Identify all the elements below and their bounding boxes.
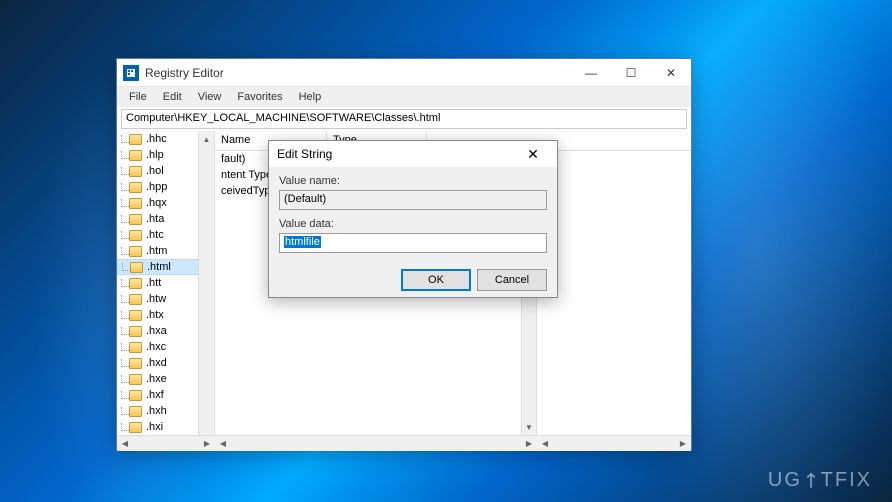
tree-item-label: .hxh [146, 405, 167, 417]
tree-item-label: .hpp [146, 181, 167, 193]
minimize-button[interactable]: — [571, 59, 611, 86]
tree-item-label: .hxa [146, 325, 167, 337]
menu-file[interactable]: File [121, 89, 155, 105]
folder-icon [129, 374, 142, 385]
folder-icon [129, 182, 142, 193]
tree-pane[interactable]: .hhc .hlp .hol .hpp .hqx .hta .htc .htm .html .ht… [117, 131, 215, 451]
tree-hscroll[interactable]: ◀▶ [117, 435, 215, 451]
folder-icon [129, 342, 142, 353]
titlebar: Registry Editor — ☐ ✕ [117, 59, 691, 87]
tree-item-label: .hol [146, 165, 164, 177]
folder-icon [129, 150, 142, 161]
tree-item-label: .htw [146, 293, 166, 305]
close-button[interactable]: ✕ [651, 59, 691, 86]
folder-icon [129, 198, 142, 209]
folder-icon [129, 278, 142, 289]
window-title: Registry Editor [145, 66, 571, 80]
tree-item-label: .htc [146, 229, 164, 241]
folder-icon [129, 214, 142, 225]
scroll-left-icon[interactable]: ◀ [117, 436, 133, 451]
tree-item-label: .hxd [146, 357, 167, 369]
value-data-field[interactable]: htmlfile [279, 233, 547, 253]
folder-icon [129, 294, 142, 305]
tree-item-label: .hhc [146, 133, 167, 145]
dialog-titlebar: Edit String ✕ [269, 141, 557, 167]
tree-item-label: .hlp [146, 149, 164, 161]
ok-button[interactable]: OK [401, 269, 471, 291]
edit-string-dialog: Edit String ✕ Value name: (Default) Valu… [268, 140, 558, 298]
scroll-right-icon[interactable]: ▶ [199, 436, 215, 451]
menu-favorites[interactable]: Favorites [229, 89, 290, 105]
folder-icon [129, 406, 142, 417]
tree-item-label: .hxc [146, 341, 166, 353]
scroll-left-icon[interactable]: ◀ [537, 436, 553, 451]
tree-item-label: .hxe [146, 373, 167, 385]
maximize-button[interactable]: ☐ [611, 59, 651, 86]
tree-item-label: .htm [146, 245, 167, 257]
dialog-close-button[interactable]: ✕ [517, 146, 549, 163]
menu-edit[interactable]: Edit [155, 89, 190, 105]
menu-view[interactable]: View [190, 89, 230, 105]
folder-icon [129, 166, 142, 177]
menubar: File Edit View Favorites Help [117, 87, 691, 107]
tree-item-label: .htx [146, 309, 164, 321]
scroll-left-icon[interactable]: ◀ [215, 436, 231, 451]
watermark: UG↗TFIX [768, 467, 872, 492]
scroll-down-icon[interactable]: ▼ [522, 419, 536, 435]
value-data-label: Value data: [279, 218, 547, 230]
folder-icon [129, 358, 142, 369]
mid-hscroll[interactable]: ◀▶ [215, 435, 537, 451]
tree-item-label: .hta [146, 213, 164, 225]
address-bar[interactable]: Computer\HKEY_LOCAL_MACHINE\SOFTWARE\Cla… [121, 109, 687, 129]
regedit-icon [123, 65, 139, 81]
tree-item-label: .hxf [146, 389, 164, 401]
folder-icon [129, 230, 142, 241]
cancel-button[interactable]: Cancel [477, 269, 547, 291]
tree-vscroll[interactable]: ▲▼ [198, 131, 214, 451]
folder-icon [129, 134, 142, 145]
folder-icon [129, 326, 142, 337]
folder-icon [129, 422, 142, 433]
scroll-right-icon[interactable]: ▶ [675, 436, 691, 451]
list-hscroll[interactable]: ◀▶ [537, 435, 691, 451]
value-name-field: (Default) [279, 190, 547, 210]
folder-icon [130, 262, 143, 273]
scroll-up-icon[interactable]: ▲ [199, 131, 214, 147]
folder-icon [129, 390, 142, 401]
tree-item-label: .html [147, 261, 171, 273]
tree-item-label: .hqx [146, 197, 167, 209]
scroll-right-icon[interactable]: ▶ [521, 436, 537, 451]
tree-item-label: .htt [146, 277, 161, 289]
tree-item-label: .hxi [146, 421, 163, 433]
value-name-label: Value name: [279, 175, 547, 187]
folder-icon [129, 246, 142, 257]
dialog-title: Edit String [277, 147, 517, 161]
menu-help[interactable]: Help [291, 89, 330, 105]
folder-icon [129, 310, 142, 321]
